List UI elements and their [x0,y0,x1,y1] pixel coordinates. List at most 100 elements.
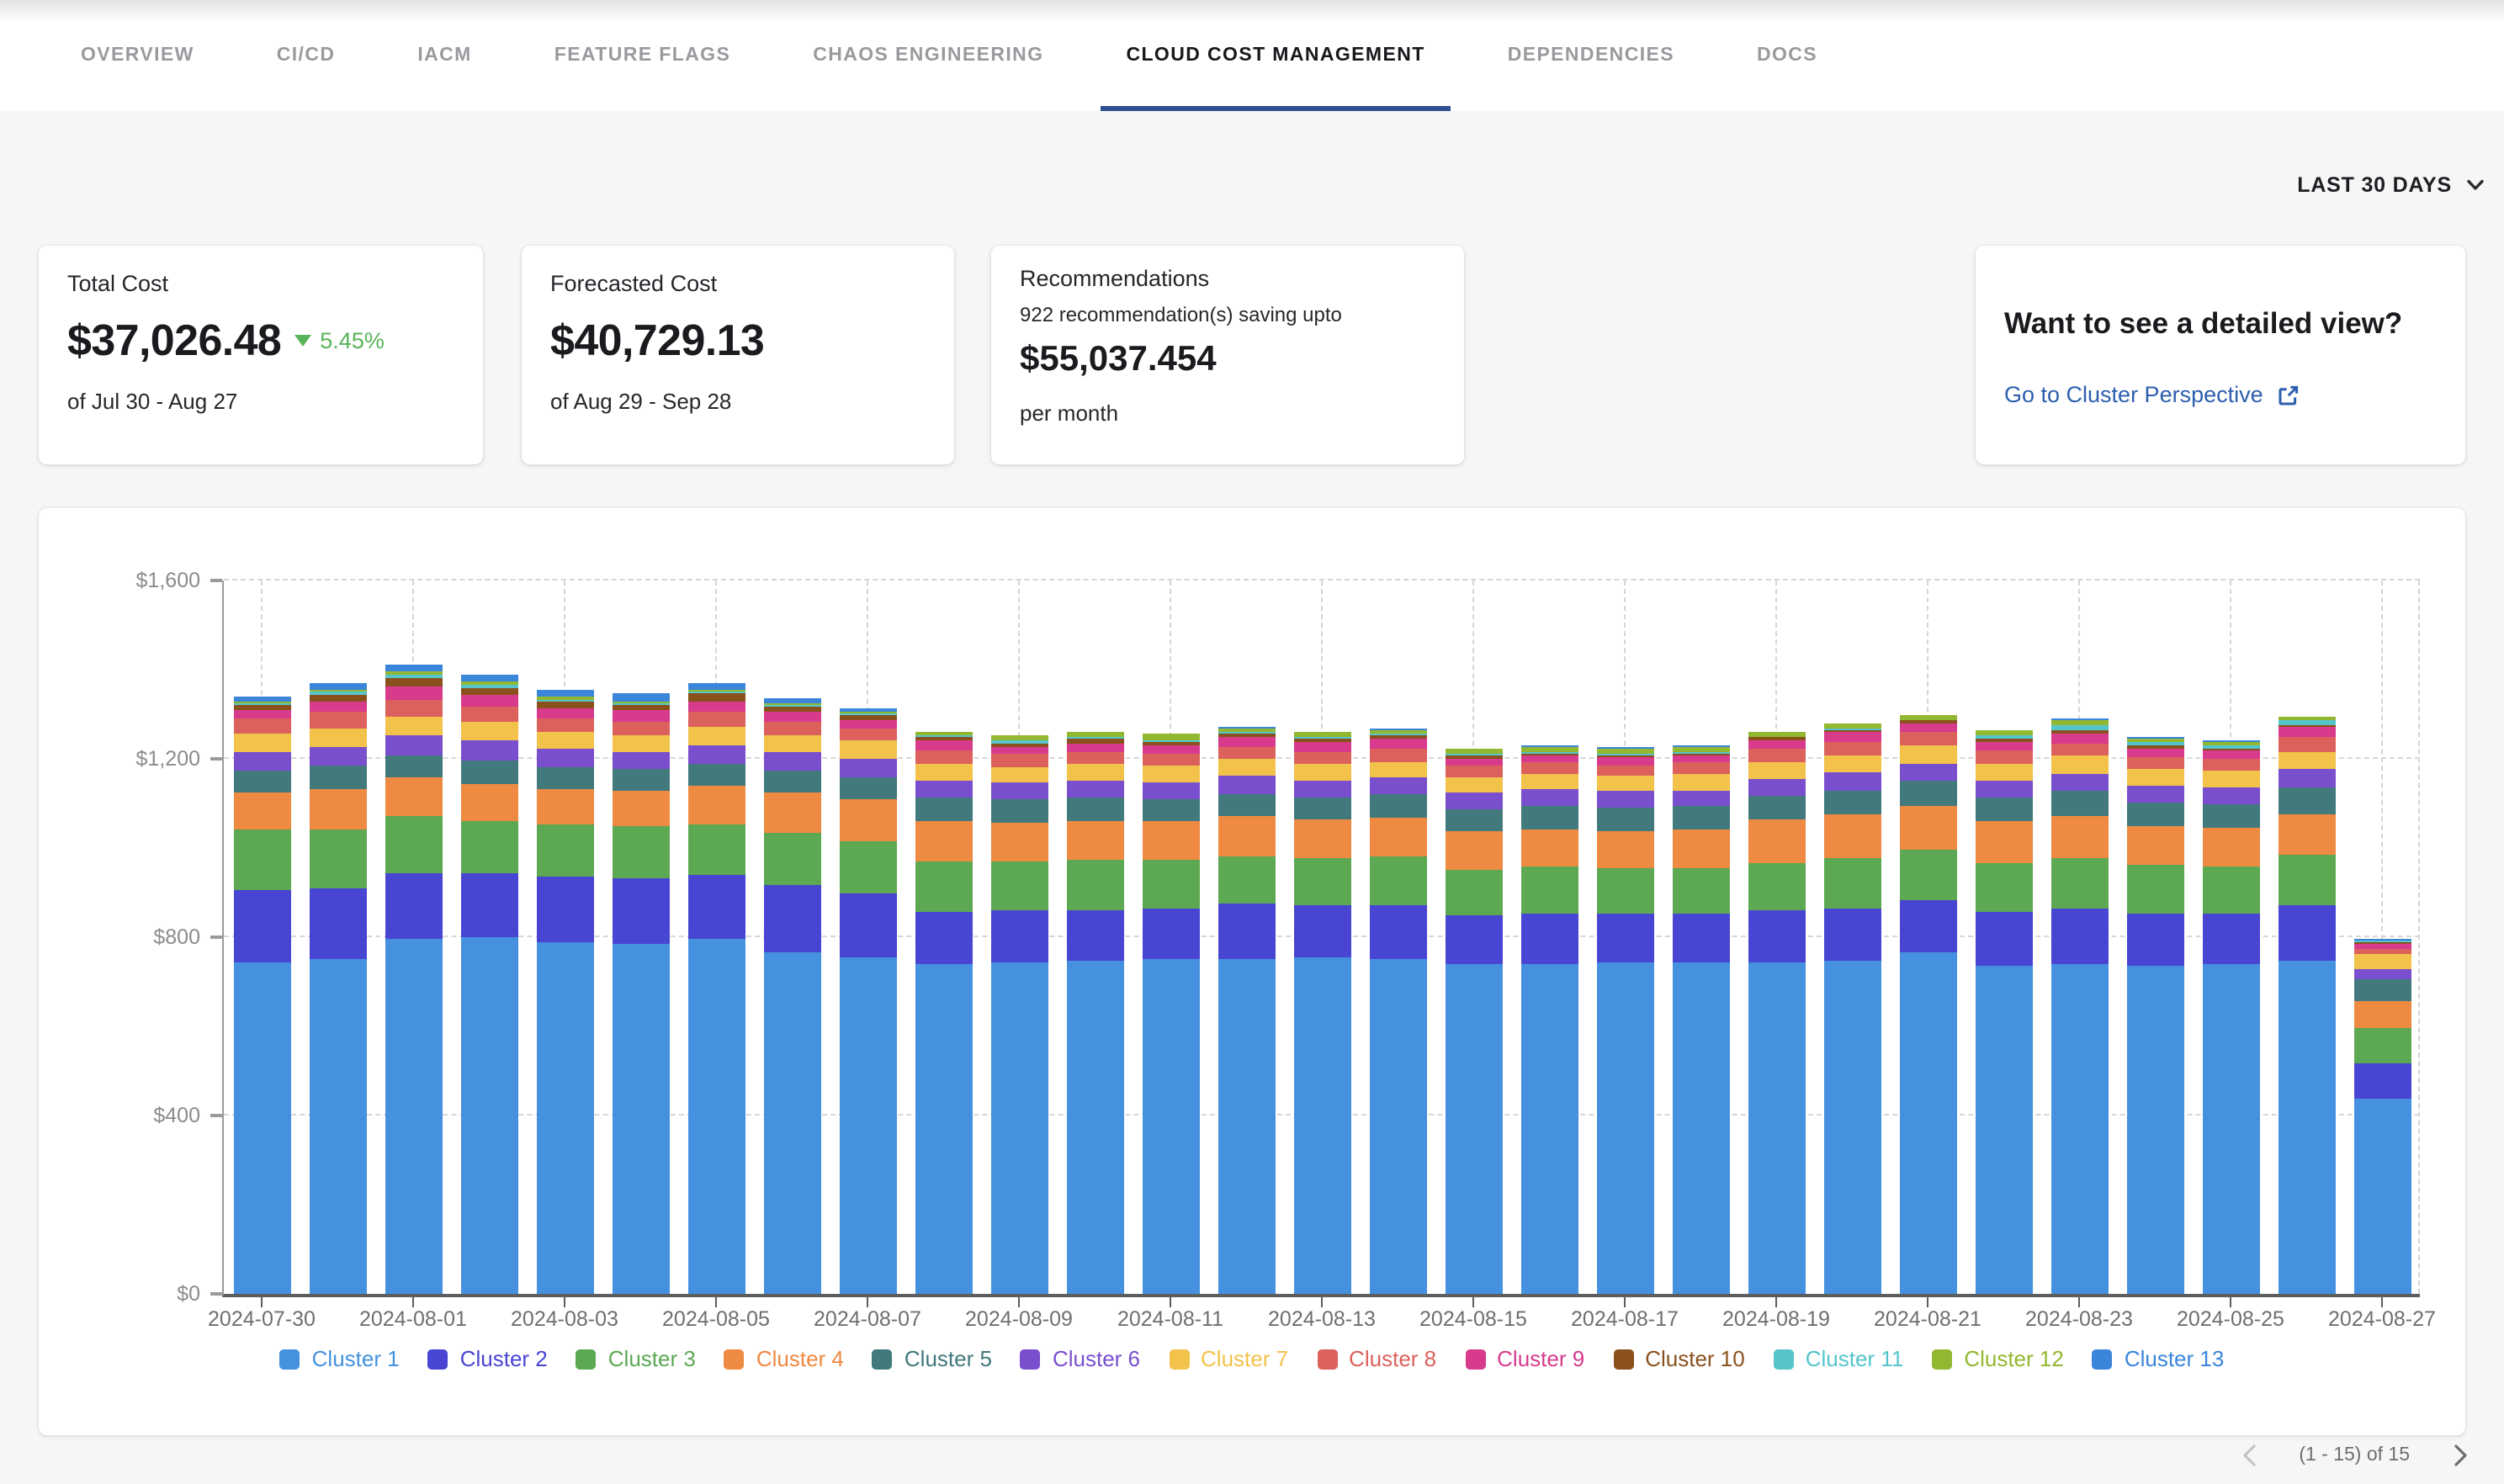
bar-segment-cluster-2[interactable] [2353,1064,2411,1099]
bar-segment-cluster-4[interactable] [1142,821,1199,861]
bar-segment-cluster-4[interactable] [915,820,972,861]
bar-segment-cluster-9[interactable] [1823,732,1881,742]
bar-segment-cluster-2[interactable] [839,894,896,957]
tab-docs[interactable]: DOCS [1757,0,1817,111]
bar-segment-cluster-2[interactable] [2126,914,2183,967]
bar-segment-cluster-3[interactable] [1975,863,2032,913]
bar-segment-cluster-7[interactable] [2126,769,2183,785]
tab-feature-flags[interactable]: FEATURE FLAGS [554,0,730,111]
bar-segment-cluster-5[interactable] [1596,808,1653,831]
bar-segment-cluster-13[interactable] [309,682,366,690]
bar-segment-cluster-6[interactable] [1823,772,1881,790]
bar-segment-cluster-7[interactable] [990,767,1048,783]
bar-segment-cluster-7[interactable] [1142,766,1199,782]
bar-segment-cluster-3[interactable] [612,827,669,878]
bar-segment-cluster-4[interactable] [1218,817,1275,856]
bar-segment-cluster-7[interactable] [839,741,896,759]
legend-item-cluster-4[interactable]: Cluster 4 [724,1346,844,1371]
bar-segment-cluster-1[interactable] [1369,958,1426,1294]
bar-segment-cluster-8[interactable] [990,755,1048,767]
bar-segment-cluster-6[interactable] [1975,781,2032,798]
bar-segment-cluster-4[interactable] [990,822,1048,861]
bar-segment-cluster-9[interactable] [2202,751,2259,760]
bar-segment-cluster-9[interactable] [385,686,442,699]
bar-segment-cluster-8[interactable] [1369,748,1426,761]
bar-segment-cluster-2[interactable] [1445,915,1502,965]
bar-segment-cluster-3[interactable] [915,861,972,911]
bar-segment-cluster-5[interactable] [763,771,820,792]
time-range-dropdown[interactable]: LAST 30 DAYS [2297,165,2484,205]
bar-segment-cluster-8[interactable] [1596,765,1653,776]
bar-segment-cluster-5[interactable] [990,800,1048,823]
bar-segment-cluster-2[interactable] [915,911,972,964]
bar-segment-cluster-8[interactable] [687,713,745,728]
bar-segment-cluster-5[interactable] [2126,803,2183,826]
bar-segment-cluster-2[interactable] [1899,900,1956,953]
bar-segment-cluster-9[interactable] [1445,759,1502,766]
bar-segment-cluster-5[interactable] [1445,809,1502,832]
bar-segment-cluster-3[interactable] [460,820,517,874]
bar-segment-cluster-5[interactable] [2050,791,2108,815]
bar-segment-cluster-2[interactable] [763,885,820,953]
bar-segment-cluster-1[interactable] [536,941,593,1294]
bar-segment-cluster-2[interactable] [990,910,1048,962]
tab-chaos-engineering[interactable]: CHAOS ENGINEERING [813,0,1043,111]
bar-segment-cluster-7[interactable] [915,763,972,780]
bar-segment-cluster-7[interactable] [1218,759,1275,776]
bar-segment-cluster-2[interactable] [460,874,517,937]
bar-segment-cluster-8[interactable] [2126,757,2183,770]
bar-segment-cluster-5[interactable] [460,761,517,784]
bar-segment-cluster-5[interactable] [385,755,442,777]
pagination-prev-button[interactable] [2235,1442,2262,1469]
bar-segment-cluster-1[interactable] [763,953,820,1294]
bar-segment-cluster-2[interactable] [536,877,593,941]
bar-segment-cluster-6[interactable] [2126,785,2183,802]
legend-item-cluster-11[interactable]: Cluster 11 [1774,1346,1904,1371]
bar-segment-cluster-5[interactable] [1672,806,1729,829]
tab-iacm[interactable]: IACM [417,0,471,111]
tab-overview[interactable]: OVERVIEW [81,0,194,111]
bar-segment-cluster-5[interactable] [687,764,745,785]
bar-segment-cluster-4[interactable] [1596,830,1653,868]
bar-segment-cluster-3[interactable] [1369,857,1426,905]
bar-segment-cluster-3[interactable] [2353,1028,2411,1063]
bar-segment-cluster-6[interactable] [309,746,366,766]
bar-segment-cluster-8[interactable] [915,750,972,764]
bar-segment-cluster-2[interactable] [1520,914,1578,963]
bar-segment-cluster-3[interactable] [1445,870,1502,915]
bar-segment-cluster-6[interactable] [990,783,1048,800]
bar-segment-cluster-7[interactable] [1293,764,1350,781]
bar-segment-cluster-1[interactable] [612,944,669,1294]
legend-item-cluster-6[interactable]: Cluster 6 [1021,1346,1140,1371]
bar-segment-cluster-8[interactable] [385,699,442,716]
bar-segment-cluster-1[interactable] [990,962,1048,1294]
bar-segment-cluster-3[interactable] [2050,858,2108,909]
bar-segment-cluster-3[interactable] [2202,867,2259,914]
bar-segment-cluster-4[interactable] [2353,1000,2411,1028]
bar-segment-cluster-4[interactable] [763,792,820,833]
bar-segment-cluster-2[interactable] [1975,913,2032,967]
legend-item-cluster-7[interactable]: Cluster 7 [1169,1346,1288,1371]
bar-segment-cluster-7[interactable] [460,721,517,740]
bar-segment-cluster-10[interactable] [309,695,366,702]
bar-segment-cluster-6[interactable] [385,734,442,755]
bar-segment-cluster-3[interactable] [1596,868,1653,914]
bar-segment-cluster-9[interactable] [2278,727,2335,737]
bar-segment-cluster-13[interactable] [385,665,442,671]
bar-segment-cluster-9[interactable] [1218,738,1275,747]
legend-item-cluster-9[interactable]: Cluster 9 [1465,1346,1584,1371]
bar-segment-cluster-1[interactable] [309,960,366,1295]
bar-segment-cluster-6[interactable] [1142,782,1199,798]
bar-segment-cluster-2[interactable] [1596,914,1653,962]
bar-segment-cluster-2[interactable] [385,873,442,939]
bar-segment-cluster-6[interactable] [839,759,896,776]
bar-segment-cluster-1[interactable] [915,964,972,1294]
bar-segment-cluster-3[interactable] [763,833,820,886]
bar-segment-cluster-9[interactable] [2050,733,2108,743]
bar-segment-cluster-3[interactable] [536,824,593,877]
bar-segment-cluster-9[interactable] [1520,755,1578,762]
legend-item-cluster-8[interactable]: Cluster 8 [1317,1346,1436,1371]
bar-segment-cluster-5[interactable] [233,770,290,792]
bar-segment-cluster-2[interactable] [1066,910,1123,960]
bar-segment-cluster-6[interactable] [915,781,972,798]
